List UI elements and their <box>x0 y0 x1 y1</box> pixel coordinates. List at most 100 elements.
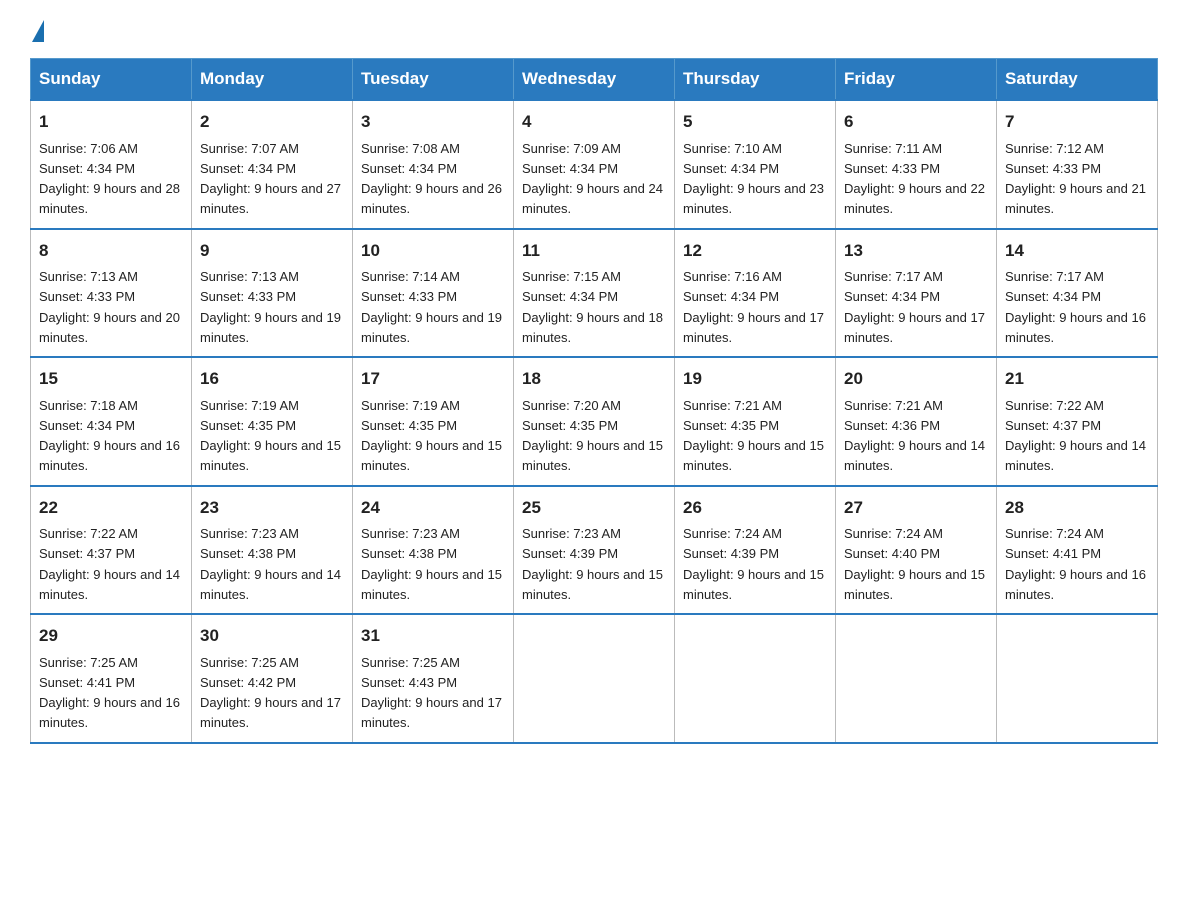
day-number: 21 <box>1005 366 1149 392</box>
day-number: 30 <box>200 623 344 649</box>
calendar-cell: 18 Sunrise: 7:20 AMSunset: 4:35 PMDaylig… <box>514 357 675 486</box>
day-number: 20 <box>844 366 988 392</box>
calendar-cell: 7 Sunrise: 7:12 AMSunset: 4:33 PMDayligh… <box>997 100 1158 229</box>
cell-info: Sunrise: 7:10 AMSunset: 4:34 PMDaylight:… <box>683 141 824 217</box>
calendar-cell: 27 Sunrise: 7:24 AMSunset: 4:40 PMDaylig… <box>836 486 997 615</box>
cell-info: Sunrise: 7:24 AMSunset: 4:40 PMDaylight:… <box>844 526 985 602</box>
cell-info: Sunrise: 7:24 AMSunset: 4:41 PMDaylight:… <box>1005 526 1146 602</box>
cell-info: Sunrise: 7:19 AMSunset: 4:35 PMDaylight:… <box>361 398 502 474</box>
day-number: 28 <box>1005 495 1149 521</box>
cell-info: Sunrise: 7:11 AMSunset: 4:33 PMDaylight:… <box>844 141 985 217</box>
cell-info: Sunrise: 7:14 AMSunset: 4:33 PMDaylight:… <box>361 269 502 345</box>
cell-info: Sunrise: 7:25 AMSunset: 4:42 PMDaylight:… <box>200 655 341 731</box>
cell-info: Sunrise: 7:07 AMSunset: 4:34 PMDaylight:… <box>200 141 341 217</box>
week-row-5: 29 Sunrise: 7:25 AMSunset: 4:41 PMDaylig… <box>31 614 1158 743</box>
calendar-cell: 3 Sunrise: 7:08 AMSunset: 4:34 PMDayligh… <box>353 100 514 229</box>
cell-info: Sunrise: 7:25 AMSunset: 4:43 PMDaylight:… <box>361 655 502 731</box>
calendar-cell: 29 Sunrise: 7:25 AMSunset: 4:41 PMDaylig… <box>31 614 192 743</box>
calendar-cell: 2 Sunrise: 7:07 AMSunset: 4:34 PMDayligh… <box>192 100 353 229</box>
day-number: 13 <box>844 238 988 264</box>
calendar-cell <box>675 614 836 743</box>
day-number: 25 <box>522 495 666 521</box>
day-number: 6 <box>844 109 988 135</box>
day-number: 9 <box>200 238 344 264</box>
calendar-cell: 23 Sunrise: 7:23 AMSunset: 4:38 PMDaylig… <box>192 486 353 615</box>
calendar-cell: 17 Sunrise: 7:19 AMSunset: 4:35 PMDaylig… <box>353 357 514 486</box>
cell-info: Sunrise: 7:12 AMSunset: 4:33 PMDaylight:… <box>1005 141 1146 217</box>
cell-info: Sunrise: 7:15 AMSunset: 4:34 PMDaylight:… <box>522 269 663 345</box>
day-number: 23 <box>200 495 344 521</box>
calendar-cell: 4 Sunrise: 7:09 AMSunset: 4:34 PMDayligh… <box>514 100 675 229</box>
cell-info: Sunrise: 7:25 AMSunset: 4:41 PMDaylight:… <box>39 655 180 731</box>
calendar-cell: 25 Sunrise: 7:23 AMSunset: 4:39 PMDaylig… <box>514 486 675 615</box>
cell-info: Sunrise: 7:09 AMSunset: 4:34 PMDaylight:… <box>522 141 663 217</box>
cell-info: Sunrise: 7:16 AMSunset: 4:34 PMDaylight:… <box>683 269 824 345</box>
calendar-table: SundayMondayTuesdayWednesdayThursdayFrid… <box>30 58 1158 744</box>
calendar-cell: 9 Sunrise: 7:13 AMSunset: 4:33 PMDayligh… <box>192 229 353 358</box>
day-number: 31 <box>361 623 505 649</box>
cell-info: Sunrise: 7:22 AMSunset: 4:37 PMDaylight:… <box>39 526 180 602</box>
calendar-cell <box>997 614 1158 743</box>
calendar-cell: 14 Sunrise: 7:17 AMSunset: 4:34 PMDaylig… <box>997 229 1158 358</box>
day-number: 10 <box>361 238 505 264</box>
calendar-cell: 24 Sunrise: 7:23 AMSunset: 4:38 PMDaylig… <box>353 486 514 615</box>
cell-info: Sunrise: 7:13 AMSunset: 4:33 PMDaylight:… <box>39 269 180 345</box>
day-number: 5 <box>683 109 827 135</box>
logo <box>30 20 46 38</box>
column-header-wednesday: Wednesday <box>514 59 675 101</box>
column-header-thursday: Thursday <box>675 59 836 101</box>
day-number: 27 <box>844 495 988 521</box>
calendar-cell: 10 Sunrise: 7:14 AMSunset: 4:33 PMDaylig… <box>353 229 514 358</box>
day-number: 1 <box>39 109 183 135</box>
logo-text <box>30 20 46 42</box>
column-header-sunday: Sunday <box>31 59 192 101</box>
day-number: 2 <box>200 109 344 135</box>
calendar-cell: 6 Sunrise: 7:11 AMSunset: 4:33 PMDayligh… <box>836 100 997 229</box>
calendar-cell: 22 Sunrise: 7:22 AMSunset: 4:37 PMDaylig… <box>31 486 192 615</box>
column-header-friday: Friday <box>836 59 997 101</box>
calendar-cell: 8 Sunrise: 7:13 AMSunset: 4:33 PMDayligh… <box>31 229 192 358</box>
calendar-cell <box>836 614 997 743</box>
day-number: 4 <box>522 109 666 135</box>
calendar-header-row: SundayMondayTuesdayWednesdayThursdayFrid… <box>31 59 1158 101</box>
cell-info: Sunrise: 7:17 AMSunset: 4:34 PMDaylight:… <box>1005 269 1146 345</box>
day-number: 29 <box>39 623 183 649</box>
calendar-cell: 12 Sunrise: 7:16 AMSunset: 4:34 PMDaylig… <box>675 229 836 358</box>
week-row-4: 22 Sunrise: 7:22 AMSunset: 4:37 PMDaylig… <box>31 486 1158 615</box>
page-header <box>30 20 1158 38</box>
calendar-cell: 15 Sunrise: 7:18 AMSunset: 4:34 PMDaylig… <box>31 357 192 486</box>
day-number: 3 <box>361 109 505 135</box>
calendar-cell: 20 Sunrise: 7:21 AMSunset: 4:36 PMDaylig… <box>836 357 997 486</box>
day-number: 15 <box>39 366 183 392</box>
cell-info: Sunrise: 7:21 AMSunset: 4:35 PMDaylight:… <box>683 398 824 474</box>
calendar-cell: 28 Sunrise: 7:24 AMSunset: 4:41 PMDaylig… <box>997 486 1158 615</box>
week-row-2: 8 Sunrise: 7:13 AMSunset: 4:33 PMDayligh… <box>31 229 1158 358</box>
column-header-monday: Monday <box>192 59 353 101</box>
day-number: 24 <box>361 495 505 521</box>
cell-info: Sunrise: 7:23 AMSunset: 4:38 PMDaylight:… <box>200 526 341 602</box>
cell-info: Sunrise: 7:23 AMSunset: 4:38 PMDaylight:… <box>361 526 502 602</box>
cell-info: Sunrise: 7:17 AMSunset: 4:34 PMDaylight:… <box>844 269 985 345</box>
cell-info: Sunrise: 7:19 AMSunset: 4:35 PMDaylight:… <box>200 398 341 474</box>
day-number: 22 <box>39 495 183 521</box>
day-number: 26 <box>683 495 827 521</box>
calendar-cell: 13 Sunrise: 7:17 AMSunset: 4:34 PMDaylig… <box>836 229 997 358</box>
cell-info: Sunrise: 7:06 AMSunset: 4:34 PMDaylight:… <box>39 141 180 217</box>
day-number: 11 <box>522 238 666 264</box>
cell-info: Sunrise: 7:08 AMSunset: 4:34 PMDaylight:… <box>361 141 502 217</box>
day-number: 12 <box>683 238 827 264</box>
calendar-cell: 5 Sunrise: 7:10 AMSunset: 4:34 PMDayligh… <box>675 100 836 229</box>
day-number: 16 <box>200 366 344 392</box>
calendar-cell: 30 Sunrise: 7:25 AMSunset: 4:42 PMDaylig… <box>192 614 353 743</box>
cell-info: Sunrise: 7:20 AMSunset: 4:35 PMDaylight:… <box>522 398 663 474</box>
day-number: 14 <box>1005 238 1149 264</box>
calendar-cell: 11 Sunrise: 7:15 AMSunset: 4:34 PMDaylig… <box>514 229 675 358</box>
calendar-cell: 26 Sunrise: 7:24 AMSunset: 4:39 PMDaylig… <box>675 486 836 615</box>
day-number: 19 <box>683 366 827 392</box>
calendar-cell: 16 Sunrise: 7:19 AMSunset: 4:35 PMDaylig… <box>192 357 353 486</box>
calendar-cell: 1 Sunrise: 7:06 AMSunset: 4:34 PMDayligh… <box>31 100 192 229</box>
cell-info: Sunrise: 7:13 AMSunset: 4:33 PMDaylight:… <box>200 269 341 345</box>
cell-info: Sunrise: 7:24 AMSunset: 4:39 PMDaylight:… <box>683 526 824 602</box>
logo-triangle-icon <box>32 20 44 42</box>
week-row-3: 15 Sunrise: 7:18 AMSunset: 4:34 PMDaylig… <box>31 357 1158 486</box>
